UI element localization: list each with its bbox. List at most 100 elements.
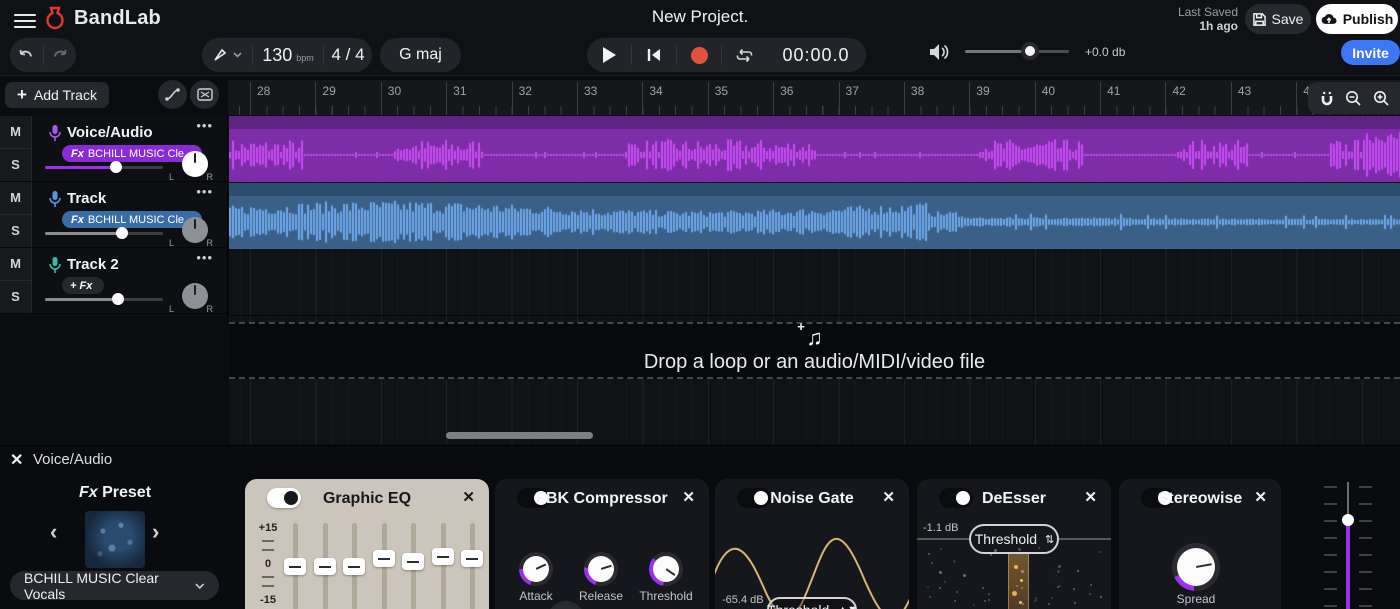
play-button[interactable] [587, 38, 631, 72]
automation-button[interactable] [158, 80, 187, 109]
ruler-bar-label[interactable]: 29 [315, 82, 380, 116]
ruler-bar-label[interactable]: 39 [969, 82, 1034, 116]
eq-band-slider[interactable] [373, 523, 395, 609]
snap-magnet-toggle-icon[interactable] [1319, 90, 1335, 106]
master-fader[interactable] [1320, 482, 1376, 609]
drop-zone[interactable]: +♫ Drop a loop or an audio/MIDI/video fi… [229, 322, 1400, 379]
track-pan-knob[interactable]: L R [169, 282, 213, 312]
horizontal-scrollbar[interactable] [446, 432, 593, 439]
lane-track[interactable] [229, 183, 1400, 249]
eq-band-slider[interactable] [343, 523, 365, 609]
region-header[interactable] [229, 183, 1400, 196]
midi-editor-button[interactable] [190, 80, 219, 109]
solo-button[interactable]: S [0, 281, 31, 314]
star-dot [1051, 597, 1053, 599]
star-dot [982, 587, 984, 589]
track-add-fx-pill[interactable]: + Fx [62, 277, 104, 294]
stereowise-close-button[interactable]: ✕ [1254, 488, 1267, 506]
ruler-bar-label[interactable]: 35 [708, 82, 773, 116]
ruler-bar-label[interactable]: 42 [1165, 82, 1230, 116]
mute-button[interactable]: M [0, 116, 31, 149]
eq-band-slider[interactable] [432, 523, 454, 609]
graphic-eq-close-button[interactable]: ✕ [462, 488, 475, 506]
zoom-in-icon[interactable] [1373, 90, 1390, 107]
solo-button[interactable]: S [0, 149, 31, 182]
ruler-bar-label[interactable]: 32 [512, 82, 577, 116]
solo-button[interactable]: S [0, 215, 31, 248]
ruler-bar-label[interactable]: 37 [839, 82, 904, 116]
eq-band-slider[interactable] [402, 523, 424, 609]
snap-button[interactable] [202, 38, 252, 72]
save-button[interactable]: Save [1245, 4, 1311, 34]
track-name[interactable]: Track 2 [67, 256, 119, 273]
ruler-bar-label[interactable]: 43 [1231, 82, 1296, 116]
ruler-bar-label[interactable]: 41 [1100, 82, 1165, 116]
ruler-bar-label[interactable]: 36 [773, 82, 838, 116]
track-menu-button[interactable]: ••• [196, 184, 213, 199]
undo-button[interactable] [10, 38, 43, 72]
add-track-button[interactable]: + Add Track [5, 82, 109, 108]
ruler-bar-label[interactable]: 31 [446, 82, 511, 116]
preset-next-button[interactable]: › [152, 519, 159, 545]
master-mute-button[interactable] [928, 43, 950, 61]
loop-button[interactable] [722, 38, 766, 72]
region-header[interactable] [229, 116, 1400, 129]
ruler-bar-label[interactable]: 33 [577, 82, 642, 116]
invite-button[interactable]: Invite [1341, 40, 1400, 65]
track-name[interactable]: Track [67, 190, 106, 207]
spread-knob[interactable] [1177, 548, 1215, 586]
zoom-out-icon[interactable] [1345, 90, 1362, 107]
mute-button[interactable]: M [0, 182, 31, 215]
publish-button[interactable]: Publish [1316, 4, 1398, 34]
skip-to-start-button[interactable] [632, 38, 676, 72]
eq-band-slider[interactable] [284, 523, 306, 609]
eq-band-slider[interactable] [314, 523, 336, 609]
track-row[interactable]: M S Track ••• FxBCHILL MUSIC Cle... L R [0, 182, 227, 248]
preset-dropdown[interactable]: BCHILL MUSIC Clear Vocals [10, 571, 219, 600]
redo-button[interactable] [43, 38, 76, 72]
audio-region-voice[interactable] [229, 116, 1400, 182]
track-menu-button[interactable]: ••• [196, 118, 213, 133]
track-pan-knob[interactable]: L R [169, 150, 213, 180]
fader-handle[interactable] [1342, 514, 1354, 526]
mute-button[interactable]: M [0, 248, 31, 281]
track-pan-knob[interactable]: L R [169, 216, 213, 246]
release-knob[interactable] [588, 556, 614, 582]
ruler-bar-label[interactable]: 28 [250, 82, 315, 116]
timeline-ruler[interactable]: 2829303132333435363738394041424344 [228, 80, 1400, 116]
ruler-bar-label[interactable]: 30 [381, 82, 446, 116]
time-signature-control[interactable]: 4 / 4 [324, 38, 372, 72]
add-music-note-icon: +♫ [806, 327, 823, 349]
track-volume-slider[interactable] [45, 293, 163, 305]
track-row[interactable]: M S Track 2 ••• + Fx L R [0, 248, 227, 314]
ruler-bar-label[interactable]: 40 [1035, 82, 1100, 116]
preset-prev-button[interactable]: ‹ [50, 519, 57, 545]
deesser-threshold-button[interactable]: Threshold⇅ [969, 524, 1059, 554]
arrangement-area[interactable]: +♫ Drop a loop or an audio/MIDI/video fi… [229, 116, 1400, 445]
bpm-control[interactable]: 130 bpm [253, 38, 323, 72]
audio-region-track[interactable] [229, 183, 1400, 249]
compressor-close-button[interactable]: ✕ [682, 488, 695, 506]
lane-voice-audio[interactable] [229, 116, 1400, 182]
lane-track-2[interactable] [229, 250, 1400, 316]
master-volume-slider[interactable] [965, 50, 1069, 53]
eq-band-slider[interactable] [461, 523, 483, 609]
track-menu-button[interactable]: ••• [196, 250, 213, 265]
star-dot [1090, 584, 1092, 586]
attack-knob[interactable] [523, 556, 549, 582]
ruler-bar-label[interactable]: 38 [904, 82, 969, 116]
track-row[interactable]: M S Voice/Audio ••• FxBCHILL MUSIC Cle..… [0, 116, 227, 182]
ruler-bar-label[interactable]: 34 [642, 82, 707, 116]
track-volume-slider[interactable] [45, 161, 163, 173]
master-volume-knob[interactable] [1021, 42, 1039, 60]
gate-threshold-button[interactable]: Threshold▲▼ [767, 597, 857, 609]
track-name[interactable]: Voice/Audio [67, 124, 153, 141]
preset-artwork[interactable] [85, 511, 145, 568]
noise-gate-close-button[interactable]: ✕ [882, 488, 895, 506]
track-volume-slider[interactable] [45, 227, 163, 239]
record-button[interactable] [677, 38, 721, 72]
fx-panel-close-button[interactable]: ✕ [10, 450, 23, 470]
deesser-close-button[interactable]: ✕ [1084, 488, 1097, 506]
threshold-knob[interactable] [653, 556, 679, 582]
key-control[interactable]: G maj [380, 38, 461, 72]
